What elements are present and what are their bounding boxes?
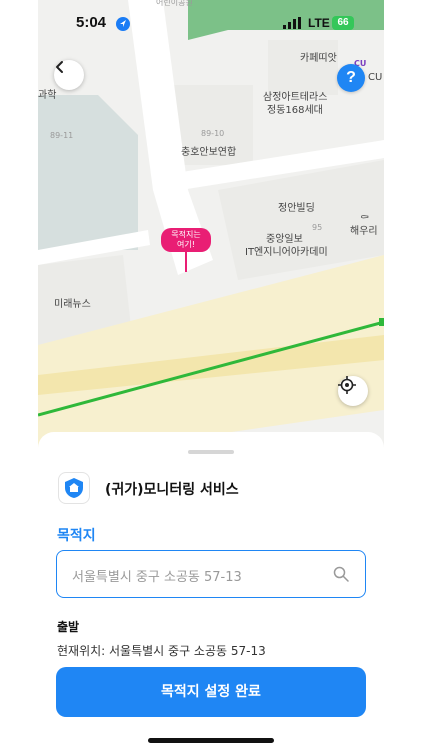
pin-text-line1: 목적지는 [171, 230, 201, 239]
help-icon: ? [346, 69, 356, 86]
map-canvas [38, 0, 384, 460]
destination-input[interactable]: 서울특별시 중구 소공동 57-13 [56, 550, 366, 598]
status-time: 5:04 [76, 14, 107, 31]
location-arrow-icon [116, 17, 130, 31]
current-location-icon [338, 376, 356, 394]
service-title: (귀가)모니터링 서비스 [105, 482, 239, 498]
current-location-button[interactable] [338, 376, 368, 406]
pin-stem [185, 252, 187, 272]
status-bar: 5:04 LTE 66 [38, 14, 384, 34]
map-label-apartment-2: 정동168세대 [267, 105, 323, 116]
confirm-destination-button[interactable]: 목적지 설정 완료 [56, 667, 366, 717]
destination-pin[interactable]: 목적지는 여기! [161, 228, 211, 252]
current-location-text: 현재위치: 서울특별시 중구 소공동 57-13 [57, 644, 266, 658]
departure-label: 출발 [57, 620, 80, 634]
search-icon[interactable] [333, 566, 349, 586]
back-button[interactable] [54, 60, 84, 90]
app-screen: 어린이공원 카페띠앗 CU CU 삼정아트테라스 정동168세대 과학 89-1… [38, 0, 384, 750]
map-label-joongang-2: IT엔지니어아카데미 [245, 247, 328, 258]
home-indicator [148, 738, 274, 743]
shield-home-icon [65, 478, 83, 498]
destination-label: 목적지 [57, 528, 96, 544]
battery-indicator: 66 [332, 16, 354, 30]
map-label-jeongan: 정안빌딩 [278, 203, 315, 214]
map-label-cu: CU [368, 72, 383, 83]
map-label-cafe: 카페띠앗 [300, 53, 337, 64]
map-label-science: 과학 [38, 90, 57, 101]
map-view[interactable]: 어린이공원 카페띠앗 CU CU 삼정아트테라스 정동168세대 과학 89-1… [38, 0, 384, 460]
map-label-park: 어린이공원 [156, 0, 193, 7]
map-label-joongang-1: 중앙일보 [266, 234, 303, 245]
back-chevron-icon [56, 61, 63, 73]
map-label-95: 95 [312, 223, 323, 232]
bottom-sheet: (귀가)모니터링 서비스 목적지 서울특별시 중구 소공동 57-13 출발 현… [38, 432, 384, 750]
map-label-mirae: 미래뉴스 [54, 299, 91, 310]
restaurant-icon: ⚰ [360, 211, 370, 224]
destination-value: 서울특별시 중구 소공동 57-13 [72, 570, 242, 585]
sheet-grabber[interactable] [188, 450, 234, 454]
map-label-89-10: 89-10 [201, 129, 225, 138]
service-icon-box [58, 472, 90, 504]
pin-text-line2: 여기! [177, 240, 195, 249]
map-label-chunghoan: 충호안보연합 [181, 147, 237, 158]
map-label-89-11: 89-11 [50, 131, 74, 140]
map-label-apartment-1: 삼정아트테라스 [263, 92, 328, 103]
network-type: LTE [308, 16, 330, 30]
help-button[interactable]: ? [337, 64, 365, 92]
map-label-haewoori: 해우리 [350, 226, 378, 237]
